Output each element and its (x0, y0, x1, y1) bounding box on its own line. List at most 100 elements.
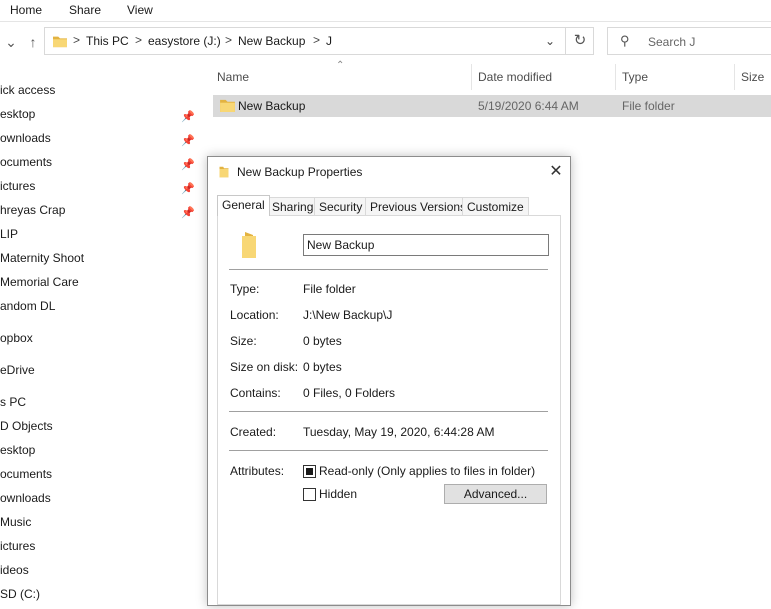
sidebar-item[interactable]: opbox (0, 331, 200, 353)
readonly-label[interactable]: Read-only (Only applies to files in fold… (319, 464, 535, 478)
sidebar-item-label: ownloads (0, 131, 51, 145)
folder-icon (220, 99, 235, 112)
folder-name-input[interactable] (303, 234, 549, 256)
navigation-bar: ⌄ ↑ > This PC > easystore (J:) > New Bac… (0, 22, 771, 62)
hidden-checkbox[interactable] (303, 488, 316, 501)
navigation-pane: ick access esktop 📌 ownloads 📌 ocuments 📌 i… (0, 62, 200, 601)
up-arrow-icon[interactable]: ↑ (24, 32, 42, 52)
hidden-label[interactable]: Hidden (319, 487, 357, 501)
search-placeholder: Search J (648, 35, 696, 49)
attributes-label: Attributes: (230, 464, 285, 478)
tab-sharing[interactable]: Sharing (267, 197, 319, 215)
sidebar-item[interactable]: esktop 📌 (0, 107, 200, 129)
sidebar-item-label: SD (C:) (0, 587, 40, 601)
sidebar-item[interactable]: SD (C:) (0, 587, 200, 609)
sidebar-item[interactable]: LIP (0, 227, 200, 249)
pin-icon[interactable]: 📌 (181, 182, 195, 195)
column-divider[interactable] (471, 64, 472, 90)
pin-icon[interactable]: 📌 (181, 110, 195, 123)
tab-previous-versions[interactable]: Previous Versions (365, 197, 472, 215)
ribbon-tab-home[interactable]: Home (10, 3, 42, 17)
sidebar-item[interactable]: s PC (0, 395, 200, 417)
contains-label: Contains: (230, 386, 281, 400)
sidebar-item-label: ownloads (0, 491, 51, 505)
sidebar-item[interactable]: ideos (0, 563, 200, 585)
address-history-chevron-icon[interactable]: ⌄ (535, 28, 565, 54)
refresh-icon[interactable]: ↻ (565, 28, 594, 54)
divider (229, 411, 548, 412)
divider (229, 269, 548, 270)
ribbon: Home Share View (0, 0, 771, 22)
sidebar-item-label: eDrive (0, 363, 35, 377)
search-box[interactable]: ⚲ Search J (607, 27, 771, 55)
readonly-checkbox[interactable] (303, 465, 316, 478)
sidebar-item[interactable]: D Objects (0, 419, 200, 441)
pin-icon[interactable]: 📌 (181, 134, 195, 147)
tab-security[interactable]: Security (314, 197, 368, 215)
column-divider[interactable] (615, 64, 616, 90)
sidebar-item-label: ideos (0, 563, 29, 577)
sidebar-item[interactable]: ownloads (0, 491, 200, 513)
breadcrumb-j[interactable]: J (326, 34, 332, 48)
search-icon: ⚲ (620, 33, 630, 48)
breadcrumb-separator[interactable]: > (313, 33, 320, 47)
breadcrumb-this-pc[interactable]: This PC (86, 34, 129, 48)
general-tab-panel: Type: File folder Location: J:\New Backu… (217, 215, 561, 605)
sidebar-item-label: LIP (0, 227, 19, 241)
type-label: Type: (230, 282, 260, 296)
breadcrumb-new-backup[interactable]: New Backup (238, 34, 305, 48)
sidebar-item[interactable]: ownloads 📌 (0, 131, 200, 153)
sidebar-item[interactable]: Music (0, 515, 200, 537)
sidebar-item-label: ictures (0, 539, 36, 553)
pin-icon[interactable]: 📌 (181, 158, 195, 171)
sidebar-item[interactable]: ick access (0, 83, 200, 105)
properties-dialog: New Backup Properties ✕ General Sharing … (207, 156, 571, 606)
size-on-disk-value: 0 bytes (303, 360, 342, 374)
folder-icon (242, 232, 256, 258)
ribbon-tab-view[interactable]: View (127, 3, 153, 17)
sidebar-item-label: Memorial Care (0, 275, 79, 289)
folder-icon (53, 36, 67, 48)
dialog-title: New Backup Properties (237, 165, 363, 179)
close-icon[interactable]: ✕ (544, 160, 568, 184)
created-value: Tuesday, May 19, 2020, 6:44:28 AM (303, 425, 495, 439)
sidebar-item-label: andom DL (0, 299, 56, 313)
breadcrumb-separator[interactable]: > (135, 33, 142, 47)
sidebar-item[interactable]: esktop (0, 443, 200, 465)
location-value: J:\New Backup\J (303, 308, 393, 322)
pin-icon[interactable]: 📌 (181, 206, 195, 219)
sidebar-item[interactable]: ictures 📌 (0, 179, 200, 201)
tab-general[interactable]: General (217, 195, 270, 216)
sidebar-item[interactable]: ocuments 📌 (0, 155, 200, 177)
tab-customize[interactable]: Customize (462, 197, 529, 215)
divider (229, 450, 548, 451)
size-value: 0 bytes (303, 334, 342, 348)
address-bar[interactable]: > This PC > easystore (J:) > New Backup … (44, 27, 594, 55)
sidebar-item[interactable]: hreyas Crap 📌 (0, 203, 200, 225)
sidebar-item[interactable]: ictures (0, 539, 200, 561)
advanced-button[interactable]: Advanced... (444, 484, 547, 504)
sidebar-item-label: hreyas Crap (0, 203, 66, 217)
type-value: File folder (303, 282, 356, 296)
sidebar-item-label: esktop (0, 443, 36, 457)
recent-locations-chevron-icon[interactable]: ⌄ (2, 32, 20, 52)
sidebar-item-label: Maternity Shoot (0, 251, 85, 265)
sidebar-item-label: opbox (0, 331, 33, 345)
column-divider[interactable] (734, 64, 735, 90)
ribbon-tab-share[interactable]: Share (69, 3, 101, 17)
sidebar-item[interactable]: Maternity Shoot (0, 251, 200, 273)
location-label: Location: (230, 308, 279, 322)
size-on-disk-label: Size on disk: (230, 360, 299, 374)
size-label: Size: (230, 334, 257, 348)
folder-icon (219, 166, 229, 178)
sidebar-item[interactable]: Memorial Care (0, 275, 200, 297)
file-row[interactable]: New Backup 5/19/2020 6:44 AM File folder (213, 95, 771, 117)
breadcrumb-separator[interactable]: > (225, 33, 232, 47)
sidebar-item-label: D Objects (0, 419, 53, 433)
breadcrumb-separator[interactable]: > (73, 33, 80, 47)
file-type: File folder (622, 99, 675, 113)
sidebar-item[interactable]: ocuments (0, 467, 200, 489)
sidebar-item[interactable]: eDrive (0, 363, 200, 385)
sidebar-item[interactable]: andom DL (0, 299, 200, 321)
breadcrumb-easystore[interactable]: easystore (J:) (148, 34, 221, 48)
